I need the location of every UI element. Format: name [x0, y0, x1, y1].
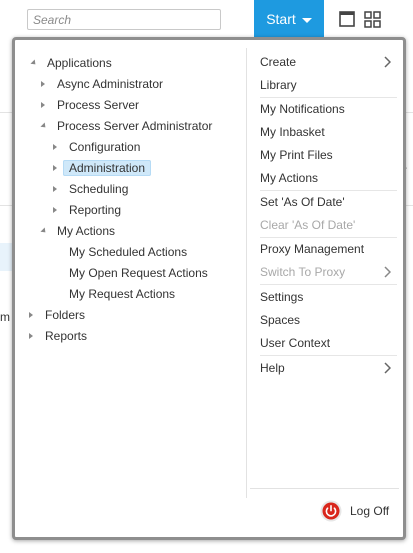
menu-item-label: User Context: [260, 336, 331, 350]
tree-item-administration[interactable]: Administration: [53, 159, 152, 177]
menu-item-label: My Notifications: [260, 102, 345, 116]
collapsed-arrow-icon[interactable]: [53, 165, 57, 171]
logoff-button[interactable]: Log Off: [320, 499, 389, 523]
collapsed-arrow-icon[interactable]: [29, 333, 33, 339]
tree-item-label: Folders: [45, 308, 86, 322]
menu-item-user-context[interactable]: User Context: [260, 332, 397, 354]
tree-item-label: Async Administrator: [57, 77, 164, 91]
menu-item-label: Settings: [260, 290, 304, 304]
menu-item-help[interactable]: Help: [260, 357, 397, 379]
menu-item-label: My Actions: [260, 171, 319, 185]
menu-item-label: Spaces: [260, 313, 301, 327]
menu-item-label: Switch To Proxy: [260, 265, 346, 279]
background-highlight: [0, 243, 12, 271]
tree-item-label: Administration: [63, 160, 152, 176]
tree-item-label: My Actions: [57, 224, 116, 238]
tree-item-my-actions[interactable]: My Actions: [40, 222, 116, 240]
collapsed-arrow-icon[interactable]: [53, 186, 57, 192]
chevron-right-icon: [384, 266, 391, 278]
menu-separator: [260, 355, 397, 356]
start-button-label: Start: [266, 11, 296, 27]
menu-item-label: Library: [260, 78, 297, 92]
collapsed-arrow-icon[interactable]: [41, 102, 45, 108]
collapsed-arrow-icon[interactable]: [53, 144, 57, 150]
tree-item-label: Process Server Administrator: [57, 119, 213, 133]
logoff-label: Log Off: [350, 504, 390, 518]
tree-item-label: Reporting: [69, 203, 122, 217]
menu-item-label: Set 'As Of Date': [260, 195, 345, 209]
menu-item-proxy-management[interactable]: Proxy Management: [260, 238, 397, 260]
menu-item-my-print-files[interactable]: My Print Files: [260, 144, 397, 166]
tree-item-my-request-actions[interactable]: My Request Actions: [69, 285, 175, 303]
menu-item-my-inbasket[interactable]: My Inbasket: [260, 121, 397, 143]
tree-item-process-server[interactable]: Process Server: [41, 96, 139, 114]
search-input[interactable]: Search: [27, 9, 221, 30]
caret-down-icon: [301, 17, 312, 23]
menu-footer-divider: [250, 488, 399, 489]
expanded-arrow-icon[interactable]: [30, 59, 38, 67]
expanded-arrow-icon[interactable]: [40, 227, 48, 235]
menu-item-my-actions[interactable]: My Actions: [260, 167, 397, 189]
tree-item-async-administrator[interactable]: Async Administrator: [41, 75, 163, 93]
menu-item-library[interactable]: Library: [260, 74, 397, 96]
menu-item-create[interactable]: Create: [260, 51, 397, 73]
collapsed-arrow-icon[interactable]: [41, 81, 45, 87]
tree-item-process-server-administrator[interactable]: Process Server Administrator: [40, 117, 213, 135]
tree-item-my-scheduled-actions[interactable]: My Scheduled Actions: [69, 243, 187, 261]
tree-item-folders[interactable]: Folders: [29, 306, 85, 324]
tree-item-reporting[interactable]: Reporting: [53, 201, 121, 219]
menu-column-divider: [246, 48, 247, 498]
tree-item-label: Scheduling: [69, 182, 129, 196]
tree-item-label: Reports: [45, 329, 88, 343]
chevron-right-icon: [384, 362, 391, 374]
power-icon: [320, 500, 342, 522]
menu-item-spaces[interactable]: Spaces: [260, 309, 397, 331]
menu-item-label: Help: [260, 361, 285, 375]
tree-item-label: Configuration: [69, 140, 141, 154]
tree-item-configuration[interactable]: Configuration: [53, 138, 140, 156]
menu-item-label: Clear 'As Of Date': [260, 218, 356, 232]
expanded-arrow-icon[interactable]: [40, 122, 48, 130]
start-menu-panel: Applications Async Administrator Process…: [12, 37, 406, 540]
menu-separator: [260, 284, 397, 285]
collapsed-arrow-icon[interactable]: [29, 312, 33, 318]
menu-item-my-notifications[interactable]: My Notifications: [260, 98, 397, 120]
collapsed-arrow-icon[interactable]: [53, 207, 57, 213]
start-button[interactable]: Start: [254, 0, 324, 38]
menu-item-label: Create: [260, 55, 297, 69]
window-icon[interactable]: [339, 11, 355, 27]
tree-item-label: My Scheduled Actions: [69, 245, 188, 259]
menu-item-set-as-of-date[interactable]: Set 'As Of Date': [260, 191, 397, 213]
tree-item-my-open-request-actions[interactable]: My Open Request Actions: [69, 264, 208, 282]
menu-item-settings[interactable]: Settings: [260, 286, 397, 308]
tree-item-label: Applications: [47, 56, 112, 70]
menu-item-label: My Print Files: [260, 148, 333, 162]
tree-item-label: Process Server: [57, 98, 140, 112]
menu-item-label: My Inbasket: [260, 125, 325, 139]
tree-item-reports[interactable]: Reports: [29, 327, 87, 345]
menu-item-clear-as-of-date: Clear 'As Of Date': [260, 214, 397, 236]
tree-item-scheduling[interactable]: Scheduling: [53, 180, 128, 198]
tree-item-label: My Open Request Actions: [69, 266, 208, 280]
background-text: m: [0, 310, 10, 324]
tree-item-applications[interactable]: Applications: [30, 54, 112, 72]
menu-item-switch-to-proxy: Switch To Proxy: [260, 261, 397, 283]
grid-icon[interactable]: [364, 11, 381, 28]
menu-item-label: Proxy Management: [260, 242, 365, 256]
tree-item-label: My Request Actions: [69, 287, 176, 301]
chevron-right-icon: [384, 56, 391, 68]
